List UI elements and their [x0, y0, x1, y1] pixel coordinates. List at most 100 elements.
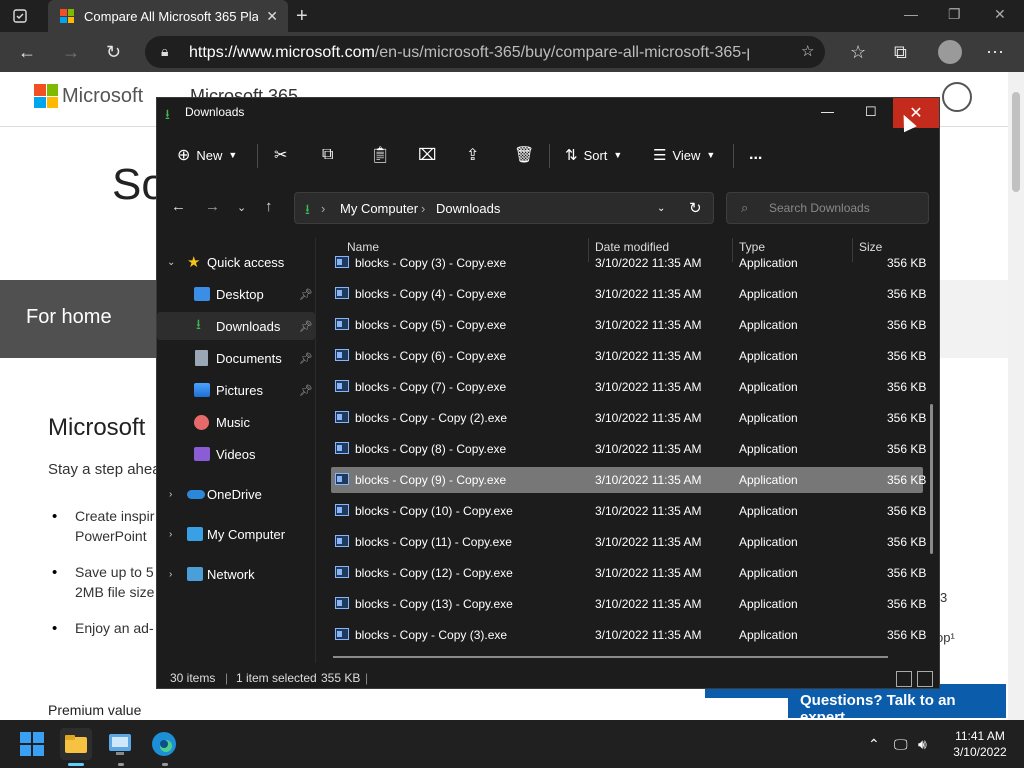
horizontal-scrollbar[interactable]: [333, 656, 888, 658]
chevron-down-icon[interactable]: ⌄: [657, 203, 665, 214]
rename-icon[interactable]: ⌧: [418, 144, 436, 166]
control-panel-icon[interactable]: [104, 728, 136, 760]
talk-to-expert-button[interactable]: Questions? Talk to an expert: [788, 684, 1006, 720]
breadcrumb-item[interactable]: Downloads: [436, 201, 500, 216]
search-icon: ⌕: [741, 200, 749, 215]
chevron-right-icon[interactable]: ›: [169, 569, 172, 580]
breadcrumb[interactable]: ⭳ › My Computer › Downloads ⌄ ↻: [294, 192, 714, 224]
browser-close-icon[interactable]: ✕: [994, 6, 1006, 23]
file-row[interactable]: blocks - Copy (9) - Copy.exe 3/10/2022 11…: [331, 467, 926, 493]
file-type: Application: [739, 411, 798, 425]
file-explorer-window: ⭳ Downloads — ☐ ✕ ⊕ New ▼ ✂ ⧉ 📋︎ ⌧ ⇪ 🗑︎ …: [156, 97, 940, 689]
taskbar: ⌃ 🖵︎ 🔊︎ 11:41 AM 3/10/2022: [0, 720, 1024, 768]
file-type: Application: [739, 318, 798, 332]
sidebar-item-quick-access[interactable]: ⌄ ★ Quick access: [157, 248, 315, 276]
edge-browser-icon[interactable]: [148, 728, 180, 760]
system-clock[interactable]: 11:41 AM 3/10/2022: [942, 728, 1018, 760]
network-status-icon[interactable]: 🖵︎: [894, 736, 908, 753]
settings-more-icon[interactable]: ⋯: [986, 42, 1004, 63]
maximize-icon[interactable]: ☐: [865, 104, 877, 120]
start-icon[interactable]: [16, 728, 48, 760]
file-row[interactable]: blocks - Copy (10) - Copy.exe 3/10/2022 1…: [331, 498, 926, 524]
address-bar: ← → ↻ 🔒︎ https://www.microsoft.com/en-us…: [0, 32, 1024, 72]
url-path: /en-us/microsoft-365/buy/compare-all-mic…: [374, 44, 749, 61]
chevron-right-icon[interactable]: ›: [169, 529, 172, 540]
download-icon: ⭳: [305, 201, 310, 217]
sidebar-item-pictures[interactable]: Pictures 📌︎: [157, 376, 315, 404]
file-row[interactable]: blocks - Copy (3) - Copy.exe 3/10/2022 11…: [331, 250, 926, 276]
add-favorite-icon[interactable]: ☆: [801, 42, 814, 60]
pictures-icon: [194, 383, 210, 397]
file-row[interactable]: blocks - Copy (13) - Copy.exe 3/10/2022 1…: [331, 591, 927, 617]
recent-locations-icon[interactable]: ⌄: [237, 201, 246, 214]
profile-avatar[interactable]: [938, 40, 962, 64]
sidebar-item-documents[interactable]: Documents 📌︎: [157, 344, 315, 372]
sidebar-item-videos[interactable]: Videos: [157, 440, 315, 468]
forward-icon[interactable]: →: [62, 42, 80, 63]
microsoft-logo-icon: [34, 84, 58, 108]
pin-icon: 📌︎: [299, 288, 313, 301]
for-home-tab[interactable]: For home: [26, 306, 112, 329]
sidebar-item-desktop[interactable]: Desktop 📌︎: [157, 280, 315, 308]
file-row[interactable]: blocks - Copy (4) - Copy.exe 3/10/2022 11…: [331, 281, 926, 307]
breadcrumb-item[interactable]: My Computer: [340, 201, 418, 216]
browser-tab[interactable]: Compare All Microsoft 365 Plans ✕: [48, 0, 288, 32]
chevron-down-icon[interactable]: ⌄: [167, 257, 175, 268]
browser-minimize-icon[interactable]: —: [904, 6, 918, 22]
file-explorer-icon[interactable]: [60, 728, 92, 760]
sidebar-item-network[interactable]: › Network: [157, 560, 315, 588]
sidebar-item-onedrive[interactable]: › OneDrive: [157, 480, 315, 508]
more-options-icon[interactable]: ...: [749, 144, 762, 166]
explorer-title-bar[interactable]: ⭳ Downloads — ☐ ✕: [157, 98, 939, 128]
file-row[interactable]: blocks - Copy (8) - Copy.exe 3/10/2022 11…: [331, 436, 926, 462]
up-icon[interactable]: ↑: [265, 198, 273, 215]
file-row[interactable]: blocks - Copy (11) - Copy.exe 3/10/2022 1…: [331, 529, 926, 555]
tiles-view-icon[interactable]: [917, 671, 933, 687]
file-row[interactable]: blocks - Copy (12) - Copy.exe 3/10/2022 1…: [331, 560, 927, 586]
back-icon[interactable]: ←: [18, 42, 36, 63]
file-row[interactable]: blocks - Copy - Copy (2).exe 3/10/2022 11…: [331, 405, 926, 431]
site-brand[interactable]: Microsoft: [62, 85, 143, 108]
file-name: blocks - Copy (9) - Copy.exe: [355, 473, 507, 487]
sidebar-item-downloads[interactable]: ⭳ Downloads 📌︎: [157, 312, 315, 340]
collections-icon[interactable]: ⧉: [894, 42, 907, 63]
minimize-icon[interactable]: —: [821, 104, 834, 119]
chevron-right-icon[interactable]: ›: [169, 489, 172, 500]
page-scrollbar[interactable]: [1008, 72, 1024, 720]
file-list-scrollbar[interactable]: [930, 404, 933, 554]
forward-icon[interactable]: →: [205, 198, 220, 215]
file-date: 3/10/2022 11:35 AM: [595, 535, 702, 549]
sign-in-avatar-icon[interactable]: [942, 82, 972, 112]
refresh-icon[interactable]: ↻: [689, 199, 702, 217]
paste-icon[interactable]: 📋︎: [370, 144, 390, 166]
url-field[interactable]: 🔒︎ https://www.microsoft.com/en-us/micro…: [145, 36, 825, 68]
search-input[interactable]: ⌕ Search Downloads: [726, 192, 929, 224]
file-row[interactable]: blocks - Copy (5) - Copy.exe 3/10/2022 11…: [331, 312, 926, 338]
sort-button[interactable]: ⇅ Sort ▼: [565, 144, 622, 166]
view-button[interactable]: ☰ View ▼: [653, 144, 715, 166]
tab-close-icon[interactable]: ✕: [266, 8, 278, 25]
show-hidden-icons-icon[interactable]: ⌃: [868, 736, 880, 753]
file-row[interactable]: blocks - Copy - Copy (3).exe 3/10/2022 11…: [331, 622, 926, 648]
new-button[interactable]: ⊕ New ▼: [177, 144, 237, 166]
delete-icon[interactable]: 🗑︎: [514, 144, 534, 166]
share-icon[interactable]: ⇪: [466, 144, 479, 166]
refresh-icon[interactable]: ↻: [106, 42, 121, 63]
application-icon: [335, 380, 349, 392]
sidebar-item-music[interactable]: Music: [157, 408, 315, 436]
file-row[interactable]: blocks - Copy (7) - Copy.exe 3/10/2022 11…: [331, 374, 926, 400]
sidebar-item-my-computer[interactable]: › My Computer: [157, 520, 315, 548]
volume-icon[interactable]: 🔊︎: [918, 736, 927, 753]
cut-icon[interactable]: ✂: [274, 144, 287, 166]
tab-actions-icon[interactable]: [10, 6, 30, 26]
details-view-icon[interactable]: [896, 671, 912, 687]
file-size: 356 KB: [887, 597, 927, 611]
file-row[interactable]: blocks - Copy (6) - Copy.exe 3/10/2022 11…: [331, 343, 926, 369]
file-size: 356 KB: [887, 566, 927, 580]
application-icon: [335, 349, 349, 361]
new-tab-icon[interactable]: +: [296, 5, 308, 28]
copy-icon[interactable]: ⧉: [322, 144, 333, 166]
favorites-icon[interactable]: ☆: [850, 42, 866, 63]
back-icon[interactable]: ←: [171, 198, 186, 215]
browser-restore-icon[interactable]: ❐: [948, 6, 961, 23]
